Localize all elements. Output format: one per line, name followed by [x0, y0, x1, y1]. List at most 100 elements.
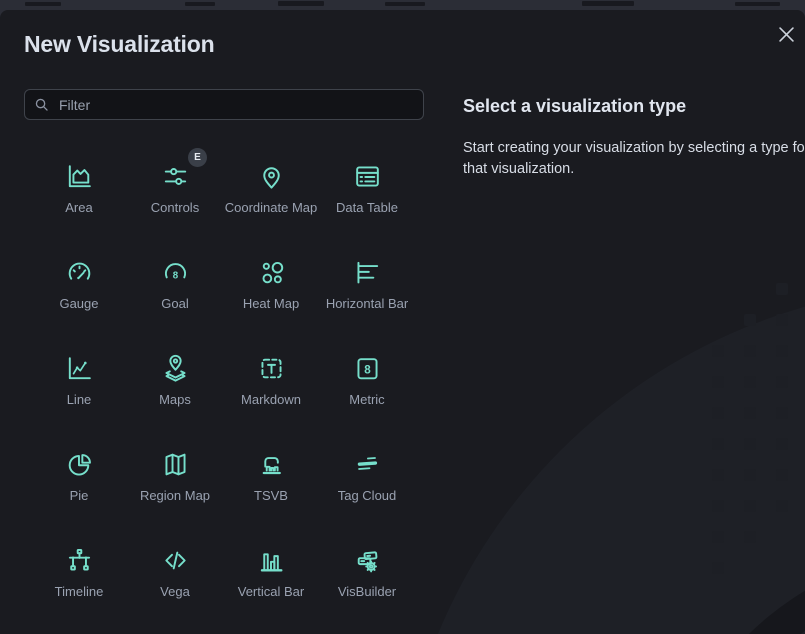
cut-off-text-fragment — [185, 2, 215, 6]
vis-type-label: Heat Map — [243, 296, 299, 312]
vis-type-controls[interactable]: E Controls — [127, 140, 223, 236]
vis-type-timeline[interactable]: Timeline — [31, 524, 127, 620]
vis-type-maps[interactable]: Maps — [127, 332, 223, 428]
tsvb-icon — [256, 449, 287, 480]
close-button[interactable] — [772, 20, 800, 48]
decorative-square — [712, 531, 724, 543]
vis-type-area[interactable]: Area — [31, 140, 127, 236]
heat-map-icon — [256, 257, 287, 288]
tag-cloud-icon — [352, 449, 383, 480]
vis-type-vertical-bar[interactable]: Vertical Bar — [223, 524, 319, 620]
gauge-icon — [64, 257, 95, 288]
vis-type-goal[interactable]: 8 Goal — [127, 236, 223, 332]
filter-input[interactable] — [57, 96, 414, 114]
markdown-icon — [256, 353, 287, 384]
vis-type-label: Horizontal Bar — [326, 296, 408, 312]
line-icon — [64, 353, 95, 384]
decorative-square — [744, 438, 756, 450]
filter-input-wrapper — [24, 89, 424, 120]
controls-icon — [160, 161, 191, 192]
decorative-square — [776, 345, 788, 357]
decorative-square — [776, 469, 788, 481]
decorative-square — [712, 407, 724, 419]
vis-type-label: Coordinate Map — [225, 200, 318, 216]
decorative-square — [712, 438, 724, 450]
decorative-square — [776, 376, 788, 388]
vis-type-line[interactable]: Line — [31, 332, 127, 428]
metric-icon: 8 — [352, 353, 383, 384]
vis-type-label: Vega — [160, 584, 190, 600]
timeline-icon — [64, 545, 95, 576]
vis-type-label: Line — [67, 392, 92, 408]
cut-off-text-fragment — [735, 2, 780, 6]
vis-type-pie[interactable]: Pie — [31, 428, 127, 524]
vis-type-label: Metric — [349, 392, 384, 408]
data-table-icon — [352, 161, 383, 192]
vis-type-grid: Area E Controls Coordinate Map Data Tabl… — [31, 140, 415, 620]
vis-type-visbuilder[interactable]: VisBuilder — [319, 524, 415, 620]
vis-type-label: Data Table — [336, 200, 398, 216]
vis-type-gauge[interactable]: Gauge — [31, 236, 127, 332]
cut-off-text-fragment — [582, 1, 634, 6]
visbuilder-icon — [352, 545, 383, 576]
vis-type-metric[interactable]: 8 Metric — [319, 332, 415, 428]
vis-type-label: Pie — [70, 488, 89, 504]
decorative-square — [744, 314, 756, 326]
vis-type-coordinate-map[interactable]: Coordinate Map — [223, 140, 319, 236]
decorative-square — [776, 314, 788, 326]
decorative-circle-outer — [395, 285, 805, 634]
horizontal-bar-icon — [352, 257, 383, 288]
decorative-square — [744, 531, 756, 543]
coordinate-map-icon — [256, 161, 287, 192]
vis-type-label: Tag Cloud — [338, 488, 397, 504]
svg-text:8: 8 — [364, 364, 371, 377]
decorative-square — [744, 376, 756, 388]
decorative-square — [712, 376, 724, 388]
decorative-square — [776, 407, 788, 419]
svg-text:8: 8 — [172, 270, 178, 281]
decorative-square — [744, 469, 756, 481]
vertical-bar-icon — [256, 545, 287, 576]
decorative-circle-inner — [690, 582, 805, 634]
decorative-square — [712, 562, 724, 574]
cut-off-text-fragment — [385, 2, 425, 6]
region-map-icon — [160, 449, 191, 480]
vis-type-label: Region Map — [140, 488, 210, 504]
decorative-square — [744, 407, 756, 419]
vis-type-vega[interactable]: Vega — [127, 524, 223, 620]
background-page-strip — [0, 0, 805, 10]
vis-type-label: Controls — [151, 200, 199, 216]
vis-type-region-map[interactable]: Region Map — [127, 428, 223, 524]
search-icon — [34, 97, 49, 112]
decorative-square — [712, 500, 724, 512]
detail-panel-heading: Select a visualization type — [463, 94, 803, 118]
experimental-badge: E — [188, 148, 207, 167]
modal-title: New Visualization — [24, 28, 214, 60]
vis-type-tag-cloud[interactable]: Tag Cloud — [319, 428, 415, 524]
vis-type-tsvb[interactable]: TSVB — [223, 428, 319, 524]
decorative-square — [776, 500, 788, 512]
area-icon — [64, 161, 95, 192]
detail-panel-description: Start creating your visualization by sel… — [463, 138, 805, 180]
decorative-square — [744, 500, 756, 512]
vis-type-horizontal-bar[interactable]: Horizontal Bar — [319, 236, 415, 332]
vis-type-label: Maps — [159, 392, 191, 408]
vis-type-label: Timeline — [55, 584, 104, 600]
close-icon — [779, 27, 794, 42]
vis-type-data-table[interactable]: Data Table — [319, 140, 415, 236]
vis-type-label: Gauge — [59, 296, 98, 312]
vis-type-label: TSVB — [254, 488, 288, 504]
decorative-square — [776, 438, 788, 450]
pie-icon — [64, 449, 95, 480]
decorative-square — [712, 345, 724, 357]
decorative-square — [776, 283, 788, 295]
decorative-square — [712, 469, 724, 481]
maps-icon — [160, 353, 191, 384]
vis-type-heat-map[interactable]: Heat Map — [223, 236, 319, 332]
decorative-circle-middle — [658, 548, 805, 634]
vis-type-markdown[interactable]: Markdown — [223, 332, 319, 428]
vis-type-label: Markdown — [241, 392, 301, 408]
vis-type-label: Area — [65, 200, 92, 216]
cut-off-text-fragment — [278, 1, 324, 6]
cut-off-text-fragment — [25, 2, 61, 6]
